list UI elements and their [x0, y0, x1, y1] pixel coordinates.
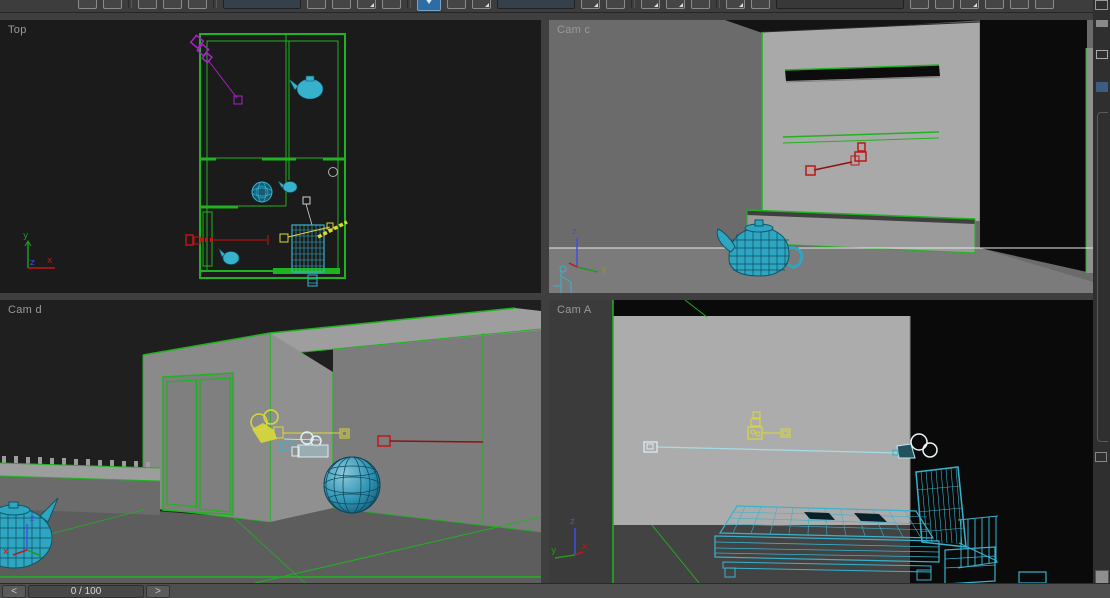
viewport-top-label[interactable]: Top [8, 24, 27, 36]
axis-y-label: y [551, 546, 557, 556]
room-structure [549, 300, 1093, 583]
percent-snap-icon[interactable] [691, 0, 710, 9]
undo-icon[interactable] [78, 0, 97, 9]
ladder-top-view[interactable] [307, 274, 318, 287]
snap-toggle-icon[interactable] [641, 0, 660, 9]
time-slider-handle[interactable]: 0 / 100 [28, 585, 144, 598]
select-and-scale-icon[interactable] [472, 0, 491, 9]
rollout-border-fragment [1097, 112, 1108, 442]
light-helper[interactable] [328, 167, 338, 177]
toolbar-separator [631, 0, 635, 8]
render-setup-icon[interactable] [985, 0, 1004, 9]
bind-to-space-warp-icon[interactable] [188, 0, 207, 9]
curve-editor-icon[interactable] [910, 0, 929, 9]
render-production-icon[interactable] [1035, 0, 1054, 9]
axis-z-label: z [30, 258, 35, 268]
angle-snap-icon[interactable] [666, 0, 685, 9]
main-toolbar [0, 0, 1110, 13]
window-crossing-icon[interactable] [382, 0, 401, 9]
sphere-top-view[interactable] [251, 181, 273, 203]
teapot-mid[interactable] [277, 180, 298, 193]
viewport-cam-a[interactable]: Cam A z y x [549, 300, 1093, 583]
application-window: Top y x z Cam c z y Cam d z x Cam A z y … [0, 0, 1110, 598]
use-pivot-center-icon[interactable] [581, 0, 600, 9]
selection-region-icon[interactable] [357, 0, 376, 9]
axis-z-label: z [570, 517, 575, 527]
next-frame-button[interactable]: > [146, 585, 170, 598]
sliding-door[interactable] [162, 372, 234, 516]
panel-highlight-fragment [1096, 82, 1108, 92]
helper-square[interactable] [302, 196, 313, 226]
toolbar-separator [407, 0, 411, 8]
select-and-rotate-icon[interactable] [447, 0, 466, 9]
time-slider-track[interactable]: < 0 / 100 > [0, 583, 1110, 598]
viewport-top[interactable]: Top y x z [0, 20, 541, 293]
schematic-view-icon[interactable] [935, 0, 954, 9]
axis-z-label: z [30, 514, 35, 524]
axis-tripod: y x z [23, 231, 55, 269]
toolbar-separator [213, 0, 217, 8]
unlink-selection-icon[interactable] [163, 0, 182, 9]
axis-y-label: y [23, 231, 29, 241]
select-object-icon[interactable] [307, 0, 326, 9]
command-panel-sliver [1093, 0, 1110, 598]
viewport-cam-c[interactable]: Cam c z y [549, 20, 1093, 293]
reference-coordinate-combo[interactable] [497, 0, 575, 9]
toolbar-fragment [1095, 0, 1108, 10]
viewport-cam-d-label[interactable]: Cam d [8, 304, 42, 316]
viewport-cam-d[interactable]: Cam d z x [0, 300, 541, 583]
room-plan-walls [199, 33, 346, 279]
align-icon[interactable] [751, 0, 770, 9]
panel-fragment [1096, 20, 1108, 27]
mirror-icon[interactable] [726, 0, 745, 9]
select-and-link-icon[interactable] [138, 0, 157, 9]
named-selection-sets-combo[interactable] [776, 0, 904, 9]
select-and-manipulate-icon[interactable] [606, 0, 625, 9]
redo-icon[interactable] [103, 0, 122, 9]
toolbar-separator [716, 0, 720, 8]
axis-x-label: x [3, 547, 9, 557]
toolbar-separator [128, 0, 132, 8]
teapot-top-right[interactable] [288, 75, 324, 100]
previous-frame-button[interactable]: < [2, 585, 26, 598]
viewport-cam-a-label[interactable]: Cam A [557, 304, 592, 316]
selection-filter-combo[interactable] [223, 0, 301, 9]
axis-y-label: y [601, 265, 607, 275]
sphere[interactable] [323, 456, 381, 514]
material-editor-icon[interactable] [960, 0, 979, 9]
teapot-lower-left[interactable] [218, 248, 240, 265]
room-structure [549, 20, 1093, 293]
select-by-name-icon[interactable] [332, 0, 351, 9]
axis-z-label: z [572, 227, 577, 237]
panel-icon-fragment [1096, 50, 1108, 59]
rendered-frame-icon[interactable] [1010, 0, 1029, 9]
select-and-move-icon[interactable] [417, 0, 441, 11]
camera-purple-top[interactable] [189, 34, 243, 105]
axis-x-label: x [582, 542, 588, 552]
rollout-notch [1095, 452, 1107, 462]
camera-red-top[interactable] [185, 234, 269, 246]
axis-x-label: x [47, 256, 53, 266]
viewport-cam-c-label[interactable]: Cam c [557, 24, 590, 36]
